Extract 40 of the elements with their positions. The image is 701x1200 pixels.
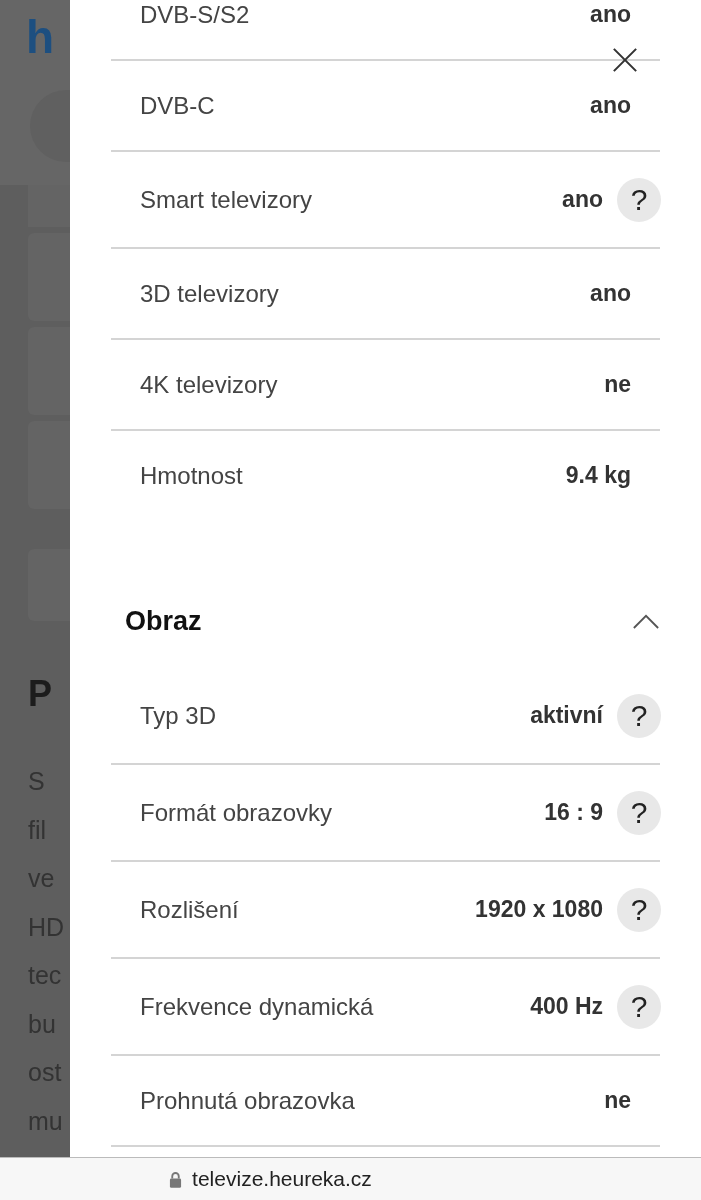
lock-icon xyxy=(169,1170,183,1188)
address-bar[interactable]: televize.heureka.cz xyxy=(0,1157,701,1200)
spec-value: ne xyxy=(604,371,631,398)
help-button[interactable]: ? xyxy=(617,177,661,222)
spec-label: Typ 3D xyxy=(140,701,218,730)
spec-label: 4K televizory xyxy=(140,370,279,399)
spec-value: 16 : 9 xyxy=(544,799,603,826)
spec-value: 1920 x 1080 xyxy=(475,896,603,923)
chevron-icon[interactable] xyxy=(632,612,660,630)
spec-label: Prohnutá obrazovka xyxy=(140,1086,356,1115)
help-button[interactable]: ? xyxy=(617,887,661,932)
section-heading: P xyxy=(28,673,53,715)
help-button[interactable]: ? xyxy=(617,984,661,1029)
spec-value: 9.4 kg xyxy=(565,462,631,489)
spec-value: ne xyxy=(604,1087,631,1114)
spec-value: 400 Hz xyxy=(530,993,603,1020)
button-background[interactable] xyxy=(28,549,70,621)
logo-text: h xyxy=(26,10,54,64)
spec-label: 3D televizory xyxy=(140,279,280,308)
spec-label: DVB-S/S2 xyxy=(140,0,251,29)
spec-value: ano xyxy=(562,186,603,213)
filter-item[interactable] xyxy=(28,327,70,415)
spec-label: Rozlišení xyxy=(140,895,240,924)
help-button[interactable]: ? xyxy=(617,790,661,835)
spec-value: ano xyxy=(590,92,631,119)
filter-item[interactable] xyxy=(28,233,70,321)
filter-item[interactable] xyxy=(28,421,70,509)
help-button[interactable]: ? xyxy=(617,693,661,738)
spec-label: Formát obrazovky xyxy=(140,798,334,827)
close-icon[interactable] xyxy=(612,47,638,73)
section-title: Obraz xyxy=(125,605,202,637)
spec-value: aktivní xyxy=(530,702,603,729)
filter-item[interactable] xyxy=(28,185,70,227)
spec-value: ano xyxy=(590,280,631,307)
spec-value: ano xyxy=(590,1,631,28)
spec-label: DVB-C xyxy=(140,91,216,120)
spec-label: Smart televizory xyxy=(140,185,314,214)
spec-label: Frekvence dynamická xyxy=(140,992,375,1021)
spec-label: Hmotnost xyxy=(140,461,244,490)
url-text: televize.heureka.cz xyxy=(192,1167,372,1191)
